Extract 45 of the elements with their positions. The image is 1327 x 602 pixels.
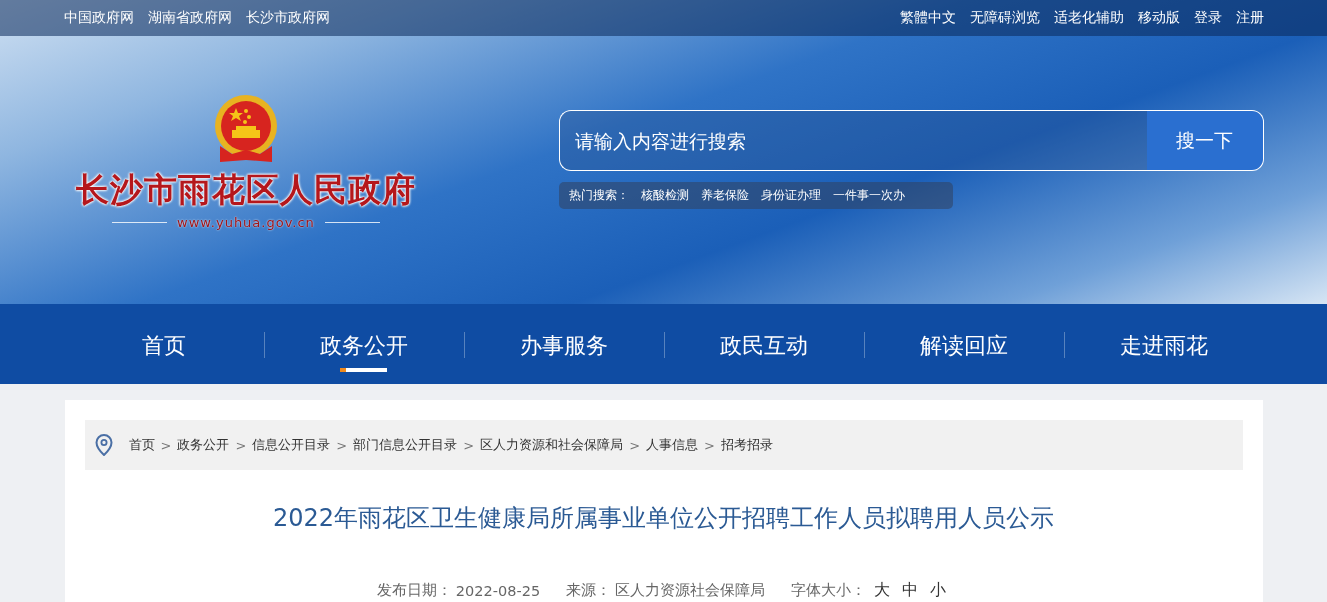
breadcrumb-separator: > (629, 437, 641, 453)
top-link[interactable]: 中国政府网 (63, 9, 134, 27)
site-url: www.yuhua.gov.cn (177, 215, 315, 230)
breadcrumb-link[interactable]: 政务公开 (177, 436, 230, 454)
hot-search-link[interactable]: 核酸检测 (640, 187, 689, 204)
breadcrumb-link[interactable]: 部门信息公开目录 (353, 436, 458, 454)
date-label: 发布日期： (376, 581, 452, 600)
breadcrumb-separator: > (160, 437, 172, 453)
hot-search-link[interactable]: 养老保险 (700, 187, 749, 204)
top-link[interactable]: 无障碍浏览 (969, 9, 1040, 27)
nav-tab[interactable]: 办事服务 (463, 304, 664, 384)
location-pin-icon (94, 434, 113, 456)
nav-tab[interactable]: 解读回应 (863, 304, 1064, 384)
site-title: 长沙市雨花区人民政府 (76, 169, 416, 211)
nav-tab[interactable]: 首页 (63, 304, 264, 384)
top-link[interactable]: 注册 (1235, 9, 1264, 27)
breadcrumb-link[interactable]: 首页 (128, 436, 155, 454)
top-link[interactable]: 移动版 (1137, 9, 1180, 27)
nav-tab[interactable]: 政民互动 (663, 304, 864, 384)
breadcrumb-link[interactable]: 招考招录 (720, 436, 773, 454)
source-label: 来源： (566, 581, 612, 600)
font-size-button[interactable]: 大 (870, 580, 895, 601)
nav-tab[interactable]: 走进雨花 (1063, 304, 1264, 384)
breadcrumb-separator: > (336, 437, 348, 453)
breadcrumb-separator: > (463, 437, 475, 453)
source-name: 区人力资源社会保障局 (615, 581, 766, 600)
top-link[interactable]: 登录 (1193, 9, 1222, 27)
top-link[interactable]: 长沙市政府网 (245, 9, 330, 27)
hot-search-link[interactable]: 身份证办理 (760, 187, 821, 204)
top-link[interactable]: 湖南省政府网 (147, 9, 232, 27)
font-size-button[interactable]: 中 (898, 580, 923, 601)
font-size-button[interactable]: 小 (926, 580, 951, 601)
breadcrumb-link[interactable]: 信息公开目录 (252, 436, 331, 454)
article-title: 2022年雨花区卫生健康局所属事业单位公开招聘工作人员拟聘用人员公示 (271, 503, 1056, 534)
top-link[interactable]: 适老化辅助 (1053, 9, 1124, 27)
publish-date: 2022-08-25 (455, 582, 541, 599)
top-link[interactable]: 繁體中文 (899, 9, 956, 27)
nav-tab[interactable]: 政务公开 (263, 304, 464, 384)
hot-search-link[interactable]: 一件事一次办 (832, 187, 905, 204)
breadcrumb-separator: > (235, 437, 247, 453)
breadcrumb-link[interactable]: 区人力资源和社会保障局 (480, 436, 624, 454)
font-size-label: 字体大小： (791, 581, 867, 600)
breadcrumb-link[interactable]: 人事信息 (646, 436, 699, 454)
breadcrumb-separator: > (704, 437, 715, 453)
hot-search-label: 热门搜索： (568, 187, 629, 204)
